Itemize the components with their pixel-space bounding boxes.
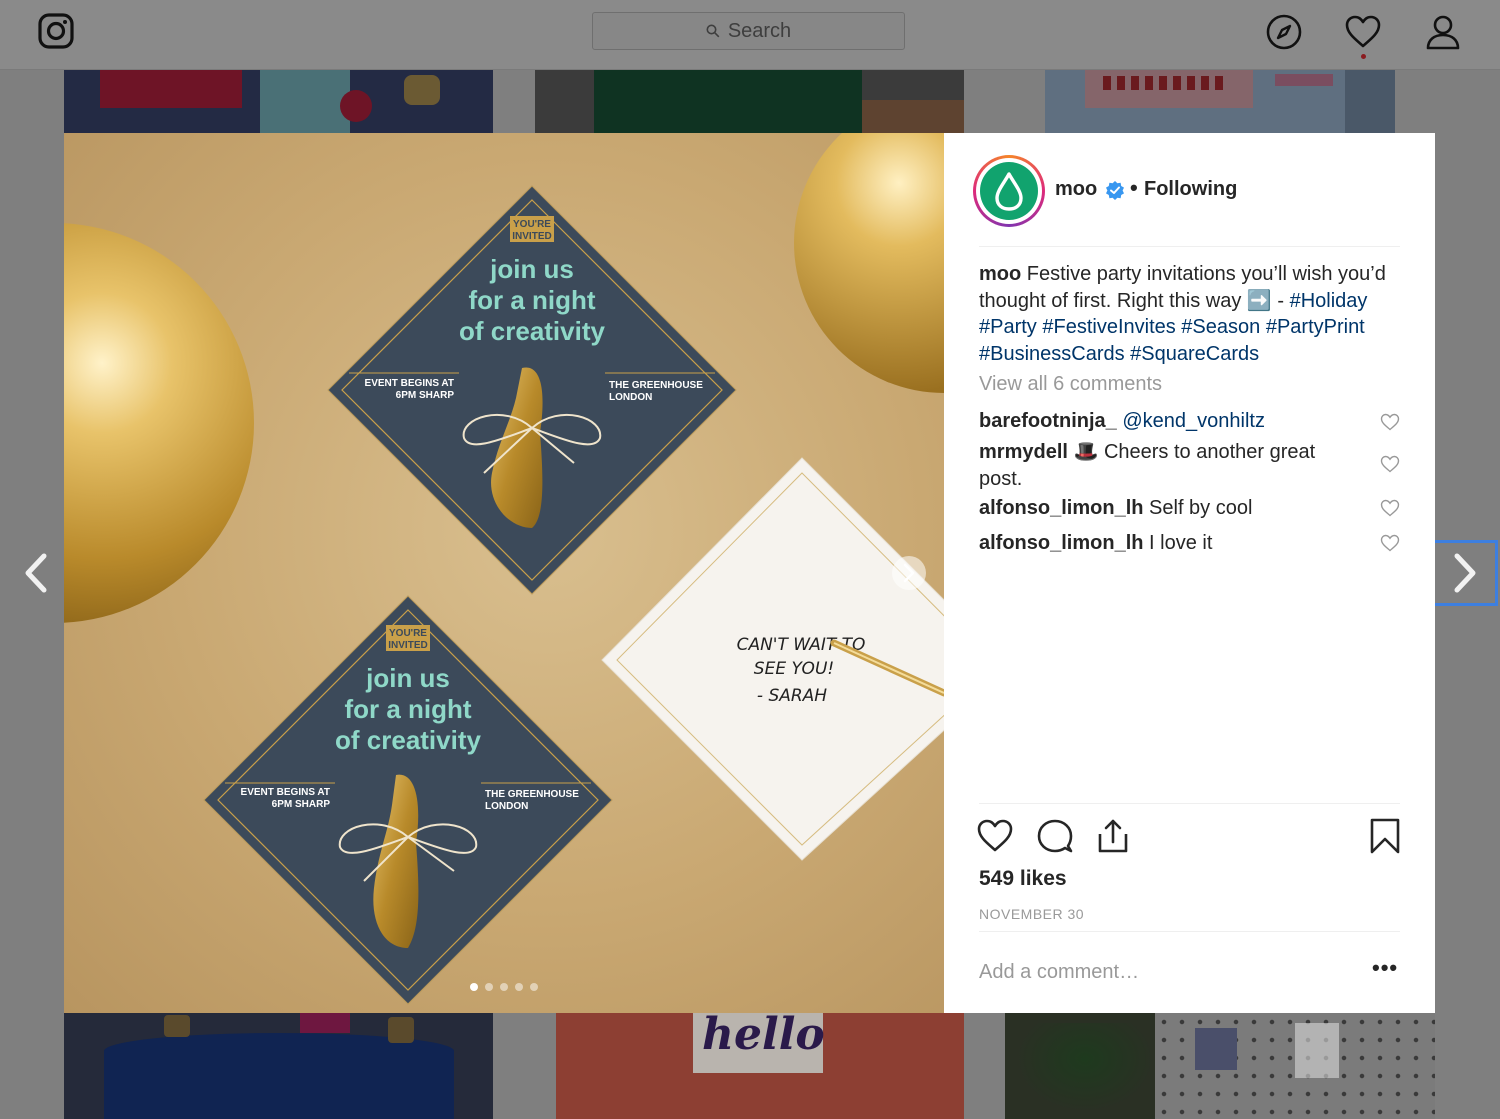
header-divider [979,246,1400,247]
comment-like-heart-icon[interactable] [1380,413,1400,431]
comment-username[interactable]: alfonso_limon_lh [979,532,1143,554]
grid-thumbnail[interactable] [535,70,964,133]
moo-drop-logo-icon [995,172,1023,211]
search-placeholder: Search [727,19,792,42]
comment-like-heart-icon[interactable] [1380,455,1400,473]
card-left-info-2: 6PM SHARP [396,390,455,401]
party-invitation-photo: YOU'RE INVITED join us for a night of cr… [64,133,944,1005]
card-headline-1: join us [489,254,574,284]
comment-item: barefootninja_ @kend_vonhiltz [979,408,1359,435]
avatar[interactable] [973,155,1045,227]
card-headline-3: of creativity [459,316,605,346]
badge-line-2: INVITED [388,640,427,651]
card-left-info-1: EVENT BEGINS AT [365,378,454,389]
post-username[interactable]: moo [1055,178,1097,201]
add-comment-input[interactable]: Add a comment… [979,961,1139,984]
more-options-button[interactable]: ••• [1372,955,1398,981]
note-line-3: - SARAH [757,686,827,706]
comment-username[interactable]: mrmydell [979,441,1068,463]
carousel-dot-active [470,983,478,991]
comment-text: I love it [1149,532,1213,554]
comment-username[interactable]: barefootninja_ [979,410,1117,432]
comment-item: mrmydell 🎩 Cheers to another great post. [979,439,1359,493]
comment-like-heart-icon[interactable] [1380,534,1400,552]
share-upload-icon[interactable] [1095,818,1131,854]
notification-dot [1361,54,1366,59]
card-right-info-2: LONDON [485,801,528,812]
grid-thumbnail[interactable] [64,70,493,133]
carousel-dot [515,983,523,991]
grid-thumbnail[interactable]: hello [556,1013,964,1119]
comment-item: alfonso_limon_lh I love it [979,530,1359,557]
photo-next-arrow[interactable] [892,556,926,590]
view-all-comments-link[interactable]: View all 6 comments [979,373,1162,396]
handwritten-note-card: CAN'T WAIT TO SEE YOU! - SARAH [601,457,944,861]
explore-compass-icon[interactable] [1266,14,1302,50]
comment-item: alfonso_limon_lh Self by cool [979,495,1359,522]
next-post-arrow-icon[interactable] [1447,552,1483,594]
card-left-info-1: EVENT BEGINS AT [241,787,330,798]
post-details-panel: moo • Following moo Festive party invita… [944,133,1435,1013]
actions-divider [979,803,1400,804]
carousel-dot [485,983,493,991]
likes-count[interactable]: 549 likes [979,867,1067,891]
carousel-dot [530,983,538,991]
post-caption: moo Festive party invitations you’ll wis… [979,261,1399,367]
card-right-info-2: LONDON [609,392,652,403]
comment-username[interactable]: alfonso_limon_lh [979,497,1143,519]
card-right-info-1: THE GREENHOUSE [485,789,579,800]
like-heart-icon[interactable] [977,818,1013,854]
card-headline-1: join us [365,663,450,693]
search-input[interactable]: Search [592,12,905,50]
comment-text[interactable]: @kend_vonhiltz [1122,410,1265,432]
invitation-card-1: YOU'RE INVITED join us for a night of cr… [327,185,737,595]
card-headline-2: for a night [468,285,595,315]
grid-thumbnail[interactable] [1045,70,1395,133]
search-icon [706,24,720,38]
comment-bubble-icon[interactable] [1037,818,1073,854]
card-left-info-2: 6PM SHARP [272,799,331,810]
instagram-logo-icon[interactable] [38,13,74,49]
caption-username[interactable]: moo [979,263,1021,285]
grid-thumbnail[interactable] [1005,1013,1435,1119]
hello-card-text: hello [702,1013,825,1060]
card-headline-3: of creativity [335,725,481,755]
card-right-info-1: THE GREENHOUSE [609,380,703,391]
badge-line-1: YOU'RE [513,219,551,230]
top-navigation-bar: Search [0,0,1500,70]
grid-thumbnail[interactable] [64,1013,493,1119]
post-photo[interactable]: YOU'RE INVITED join us for a night of cr… [64,133,944,1013]
profile-user-icon[interactable] [1425,14,1461,50]
card-headline-2: for a night [344,694,471,724]
comment-like-heart-icon[interactable] [1380,499,1400,517]
carousel-indicator [470,983,538,991]
verified-badge-icon [1106,181,1124,200]
following-button[interactable]: Following [1144,178,1237,201]
comment-text: Self by cool [1149,497,1253,519]
post-date[interactable]: NOVEMBER 30 [979,906,1084,922]
previous-post-arrow-icon[interactable] [18,552,54,594]
invitation-card-2: YOU'RE INVITED join us for a night of cr… [203,595,613,1005]
save-bookmark-icon[interactable] [1367,818,1403,854]
note-line-2: SEE YOU! [754,659,834,679]
carousel-dot [500,983,508,991]
comment-box-divider [979,931,1400,932]
separator-dot: • [1130,175,1138,200]
activity-heart-icon[interactable] [1345,14,1381,50]
badge-line-1: YOU'RE [389,628,427,639]
badge-line-2: INVITED [512,231,551,242]
post-header: moo • Following [944,133,1435,247]
